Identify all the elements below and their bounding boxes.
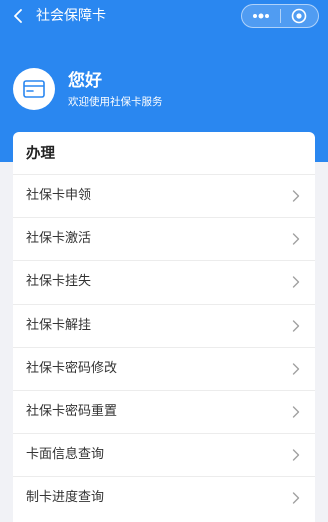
avatar [13, 68, 55, 110]
list-item-label: 社保卡密码修改 [26, 360, 118, 376]
greeting-text: 您好 [68, 71, 102, 91]
list-item[interactable]: 社保卡密码修改 [13, 346, 315, 390]
list-item-label: 社保卡激活 [26, 231, 92, 247]
page-title: 社会保障卡 [36, 8, 106, 24]
target-circle-icon [291, 8, 307, 24]
chevron-right-icon [289, 189, 303, 203]
greeting-subtitle: 欢迎使用社保卡服务 [68, 96, 163, 108]
list-item[interactable]: 卡面信息查询 [13, 433, 315, 476]
list-item-label: 制卡进度查询 [26, 490, 105, 506]
list-item[interactable]: 社保卡申领 [13, 174, 315, 217]
back-button[interactable] [8, 6, 28, 26]
list-item-label: 社保卡解挂 [26, 317, 92, 333]
list-item-label: 社保卡申领 [26, 188, 92, 203]
service-card: 办理 社保卡申领 社保卡激活 社保卡挂失 社保卡解挂 社保卡密码修改 社保卡密码… [13, 132, 315, 522]
list-item-label: 社保卡挂失 [26, 274, 92, 290]
list-item-label: 卡面信息查询 [26, 447, 105, 463]
navbar: 社会保障卡 [0, 0, 328, 32]
miniprogram-capsule [241, 4, 319, 28]
list-item[interactable]: 社保卡激活 [13, 217, 315, 260]
chevron-left-icon [14, 9, 22, 23]
card-icon [23, 80, 45, 98]
more-dots-icon [252, 13, 269, 19]
chevron-right-icon [289, 491, 303, 505]
list-item[interactable]: 社保卡解挂 [13, 303, 315, 347]
screen: 社会保障卡 您好 欢迎使用社保卡服务 办理 社保卡申领 社保卡激活 社保卡挂失 … [0, 0, 328, 522]
service-list: 社保卡申领 社保卡激活 社保卡挂失 社保卡解挂 社保卡密码修改 社保卡密码重置 [13, 174, 315, 520]
chevron-right-icon [289, 319, 303, 333]
more-button[interactable] [242, 5, 280, 27]
list-item[interactable]: 制卡进度查询 [13, 476, 315, 519]
list-item-label: 社保卡密码重置 [26, 403, 118, 419]
chevron-right-icon [289, 448, 303, 462]
chevron-right-icon [289, 362, 303, 376]
list-item[interactable]: 社保卡密码重置 [13, 389, 315, 433]
close-button[interactable] [280, 5, 318, 27]
chevron-right-icon [289, 232, 303, 246]
list-item[interactable]: 社保卡挂失 [13, 260, 315, 303]
chevron-right-icon [289, 275, 303, 289]
chevron-right-icon [289, 405, 303, 419]
section-title: 办理 [26, 146, 55, 162]
